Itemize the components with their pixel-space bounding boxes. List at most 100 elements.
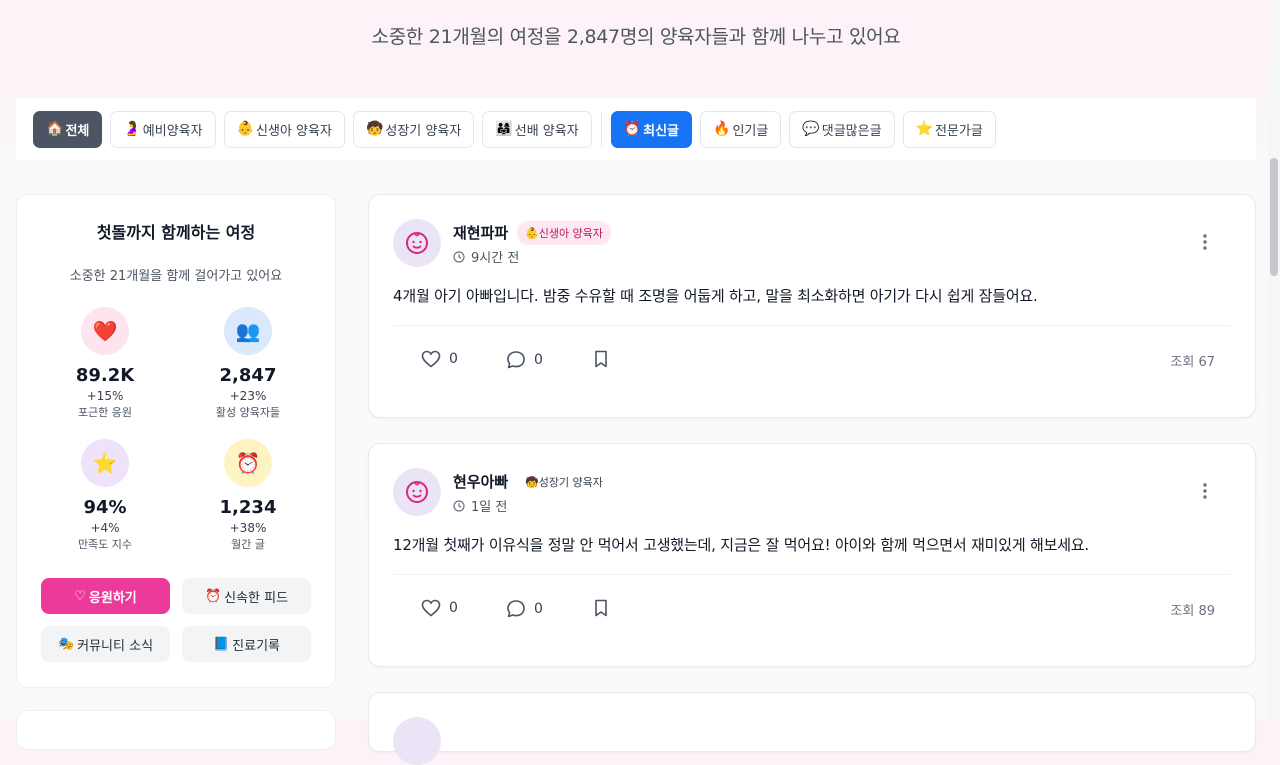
more-options-icon[interactable] [1199, 482, 1211, 500]
view-count: 조회 67 [1170, 355, 1215, 370]
more-options-icon[interactable] [1199, 233, 1211, 251]
filter-label: 선배 양육자 [514, 123, 579, 139]
filter-label: 예비양육자 [142, 123, 203, 139]
baby-face-icon [406, 232, 428, 254]
heart-icon: ❤️ [81, 307, 129, 355]
alarm-clock-icon: ⏰ [224, 439, 272, 487]
author-name[interactable]: 현우아빠 [453, 471, 508, 492]
comment-button[interactable]: 0 [506, 599, 543, 619]
filter-all[interactable]: 🏠 전체 [33, 110, 103, 148]
baby-icon: 👶 [236, 121, 255, 137]
medical-records-button[interactable]: 📘 진료기록 [182, 626, 311, 662]
button-label: 응원하기 [88, 590, 137, 606]
filter-expecting[interactable]: 🤰 예비양육자 [110, 110, 216, 148]
sort-expert[interactable]: ⭐ 전문가글 [902, 110, 996, 148]
stat-active-parents: 👥 2,847 +23% 활성 양육자들 [178, 307, 318, 420]
stat-label: 포근한 응원 [77, 406, 133, 419]
badge-label: 성장기 양육자 [538, 476, 603, 489]
book-icon: 📘 [212, 636, 230, 652]
sort-label: 전문가글 [935, 123, 983, 139]
card-title: 첫돌까지 함께하는 여정 [96, 223, 256, 242]
star-icon: ⭐ [81, 439, 129, 487]
stat-cheers: ❤️ 89.2K +15% 포근한 응원 [35, 307, 175, 420]
theater-masks-icon: 🎭 [57, 636, 75, 652]
comment-button[interactable]: 0 [506, 350, 543, 370]
comment-icon [507, 600, 525, 618]
fire-icon: 🔥 [713, 121, 731, 137]
speech-bubble-icon: 💬 [802, 121, 820, 137]
journey-stats-card: 첫돌까지 함께하는 여정 소중한 21개월을 함께 걸어가고 있어요 ❤️ 89… [16, 194, 336, 688]
badge-label: 신생아 양육자 [538, 227, 603, 240]
stat-label: 월간 글 [231, 538, 265, 551]
post-body[interactable]: 12개월 첫째가 이유식을 정말 안 먹어서 고생했는데, 지금은 잘 먹어요!… [393, 534, 1089, 555]
secondary-card [16, 710, 336, 750]
community-news-button[interactable]: 🎭 커뮤니티 소식 [41, 626, 170, 662]
heart-icon [421, 350, 441, 368]
time-label: 1일 전 [471, 500, 508, 515]
filter-bar: 🏠 전체 🤰 예비양육자 👶 신생아 양육자 🧒 성장기 양육자 👨‍👩‍👧 선배 양육자… [16, 98, 1256, 160]
stat-value: 89.2K [75, 365, 135, 386]
time-label: 9시간 전 [471, 251, 520, 266]
like-button[interactable]: 0 [421, 350, 458, 368]
sort-latest[interactable]: ⏰ 최신글 [610, 110, 692, 148]
role-badge: 🧒 성장기 양육자 [517, 470, 611, 494]
home-icon: 🏠 [46, 121, 64, 137]
sort-most-comments[interactable]: 💬 댓글많은글 [789, 110, 895, 148]
post-card[interactable] [368, 692, 1256, 765]
stat-delta: +4% [90, 521, 120, 535]
comment-count: 0 [534, 601, 543, 617]
comment-count: 0 [534, 352, 543, 368]
sort-label: 댓글많은글 [821, 123, 882, 139]
heart-icon [421, 599, 441, 617]
heart-outline-icon: ♡ [74, 588, 86, 604]
page-headline: 소중한 21개월의 여정을 2,847명의 양육자들과 함께 나누고 있어요 [371, 26, 901, 48]
cheer-button[interactable]: ♡ 응원하기 [41, 578, 170, 614]
people-icon: 👥 [224, 307, 272, 355]
sort-popular[interactable]: 🔥 인기글 [700, 110, 782, 148]
post-body[interactable]: 4개월 아기 아빠입니다. 밤중 수유할 때 조명을 어둡게 하고, 말을 최소… [393, 285, 1038, 306]
like-count: 0 [449, 351, 458, 367]
comment-icon [507, 351, 525, 369]
like-button[interactable]: 0 [421, 599, 458, 617]
stat-value: 94% [83, 497, 127, 518]
baby-icon: 👶 [525, 226, 539, 240]
stat-delta: +23% [229, 389, 267, 403]
baby-face-icon [406, 481, 428, 503]
scrollbar[interactable] [1268, 0, 1280, 720]
stat-label: 활성 양육자들 [215, 406, 281, 419]
stat-value: 2,847 [219, 365, 277, 386]
divider [393, 325, 1231, 326]
filter-newborn[interactable]: 👶 신생아 양육자 [223, 110, 345, 148]
child-icon: 🧒 [525, 475, 539, 489]
button-label: 진료기록 [232, 638, 281, 654]
bookmark-button[interactable] [593, 599, 609, 617]
divider [393, 574, 1231, 575]
post-card[interactable]: 재현파파 👶 신생아 양육자 9시간 전 4개월 아기 아빠입니다. 밤중 수유할… [368, 194, 1256, 418]
filter-senior[interactable]: 👨‍👩‍👧 선배 양육자 [482, 110, 592, 148]
button-label: 커뮤니티 소식 [77, 638, 154, 654]
filter-label: 성장기 양육자 [385, 123, 462, 139]
clock-icon [453, 250, 465, 263]
filter-label: 신생아 양육자 [256, 123, 332, 139]
author-name[interactable]: 재현파파 [453, 222, 508, 243]
avatar[interactable] [393, 717, 441, 765]
avatar[interactable] [393, 219, 441, 267]
view-count: 조회 89 [1170, 604, 1215, 619]
stat-delta: +38% [229, 521, 267, 535]
scrollbar-thumb[interactable] [1270, 158, 1278, 276]
filter-divider [600, 111, 602, 147]
post-time: 1일 전 [453, 496, 507, 515]
card-subtitle: 소중한 21개월을 함께 걸어가고 있어요 [69, 269, 283, 284]
child-icon: 🧒 [365, 121, 384, 137]
stat-delta: +15% [86, 389, 124, 403]
stat-label: 만족도 지수 [77, 538, 133, 551]
bookmark-button[interactable] [593, 350, 609, 368]
star-icon: ⭐ [915, 121, 934, 137]
like-count: 0 [449, 600, 458, 616]
filter-label: 전체 [65, 123, 90, 139]
avatar[interactable] [393, 468, 441, 516]
filter-growing[interactable]: 🧒 성장기 양육자 [352, 110, 475, 148]
quick-feed-button[interactable]: ⏰ 신속한 피드 [182, 578, 311, 614]
post-card[interactable]: 현우아빠 🧒 성장기 양육자 1일 전 12개월 첫째가 이유식을 정말 안 먹어… [368, 443, 1256, 667]
sort-label: 최신글 [643, 123, 679, 139]
